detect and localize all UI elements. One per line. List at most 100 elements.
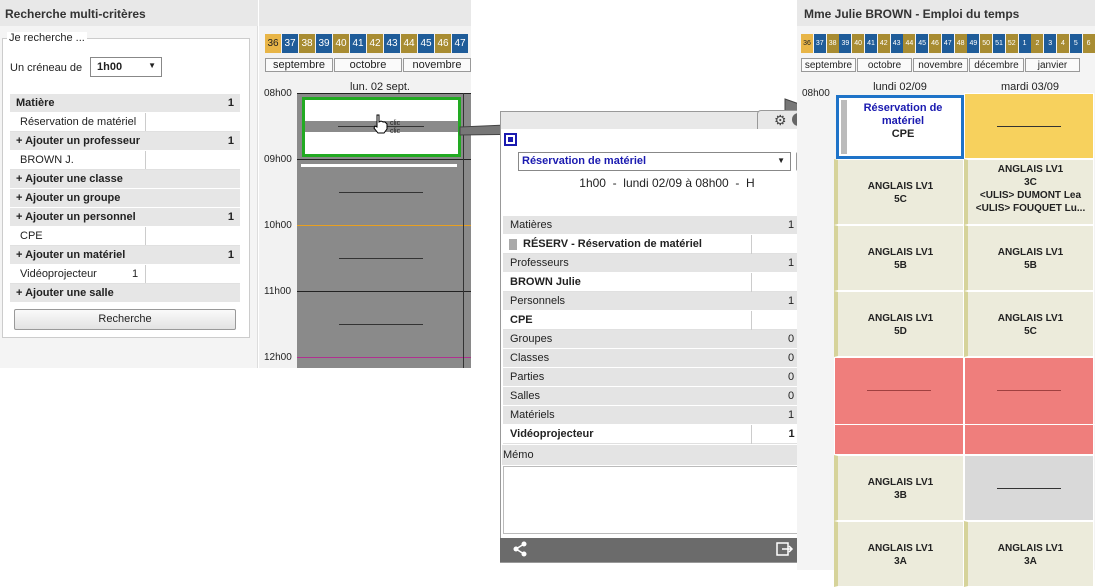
week-tab[interactable]: 48: [954, 34, 967, 53]
course-cell[interactable]: ANGLAIS LV1 5C: [834, 159, 964, 225]
week-tab[interactable]: 46: [435, 34, 451, 53]
popup-row[interactable]: Vidéoprojecteur 1: [503, 425, 831, 444]
criteria-value[interactable]: Réservation de matériel: [10, 113, 240, 132]
course-cell[interactable]: ANGLAIS LV1 5B: [834, 225, 964, 291]
week-tab[interactable]: 36: [801, 34, 813, 53]
hand-cursor-icon: [372, 114, 388, 134]
course-cell-empty[interactable]: [964, 455, 1094, 521]
course-cell[interactable]: ANGLAIS LV1 5C: [964, 291, 1094, 357]
week-tab[interactable]: 44: [401, 34, 417, 53]
month-tab[interactable]: novembre: [403, 58, 471, 72]
course-cell[interactable]: ANGLAIS LV1 3A: [964, 521, 1094, 587]
unavailable-cell[interactable]: [834, 357, 965, 455]
month-tab[interactable]: septembre: [265, 58, 333, 72]
week-tab[interactable]: 38: [299, 34, 315, 53]
week-tab[interactable]: 51: [993, 34, 1005, 53]
month-tab[interactable]: octobre: [334, 58, 402, 72]
criteria-header[interactable]: + Ajouter un personnel 1: [10, 208, 240, 227]
week-tab[interactable]: 41: [350, 34, 366, 53]
reservation-line3: CPE: [891, 128, 915, 140]
week-tab[interactable]: 40: [852, 34, 865, 53]
week-tab[interactable]: 47: [452, 34, 468, 53]
chevron-down-icon: ▼: [777, 156, 785, 165]
week-tab[interactable]: 39: [316, 34, 332, 53]
month-tab[interactable]: octobre: [857, 58, 912, 72]
week-tab[interactable]: 42: [877, 34, 890, 53]
unavailable-cell[interactable]: [964, 357, 1095, 455]
criteria-header[interactable]: Matière 1: [10, 94, 240, 113]
week-tab[interactable]: 44: [903, 34, 916, 53]
popup-row[interactable]: RÉSERV - Réservation de matériel: [503, 235, 831, 254]
week-tab[interactable]: 37: [282, 34, 298, 53]
subject-select[interactable]: Réservation de matériel ▼: [518, 152, 791, 171]
search-button[interactable]: Recherche: [14, 309, 236, 330]
week-tab[interactable]: 42: [367, 34, 383, 53]
month-tab[interactable]: novembre: [913, 58, 968, 72]
criteria-header-label: Matière: [16, 97, 55, 109]
color-square-icon[interactable]: [504, 133, 517, 146]
popup-row: Groupes 0: [503, 330, 831, 349]
criteria-count: 1: [227, 135, 234, 147]
week-tab[interactable]: 49: [967, 34, 980, 53]
course-cell[interactable]: ANGLAIS LV1 3A: [834, 521, 964, 587]
share-icon[interactable]: [512, 541, 528, 557]
week-tab[interactable]: 43: [890, 34, 903, 53]
grid-hour-line: [297, 225, 471, 226]
criteria-count: 1: [227, 97, 234, 109]
reservation-cell[interactable]: Réservation de matériel CPE: [836, 95, 964, 159]
week-tab[interactable]: 4: [1057, 34, 1069, 53]
criteria-qty: 1: [132, 268, 139, 280]
week-tab[interactable]: 43: [384, 34, 400, 53]
week-tab[interactable]: 40: [333, 34, 349, 53]
popup-row[interactable]: BROWN Julie: [503, 273, 831, 292]
criteria-header[interactable]: + Ajouter un professeur 1: [10, 132, 240, 151]
week-tab[interactable]: 50: [980, 34, 993, 53]
week-tab[interactable]: 45: [418, 34, 434, 53]
week-tab[interactable]: 46: [929, 34, 941, 53]
week-tab[interactable]: 5: [1069, 34, 1082, 53]
slot-select[interactable]: 1h00 ▼: [90, 57, 162, 77]
month-tab[interactable]: décembre: [969, 58, 1024, 72]
course-cell-empty[interactable]: [964, 93, 1094, 159]
course-info: 1h00 - lundi 02/09 à 08h00 - H: [579, 176, 755, 190]
criteria-header[interactable]: + Ajouter une salle: [10, 284, 240, 303]
export-icon[interactable]: [776, 541, 794, 557]
week-tab[interactable]: 6: [1082, 34, 1095, 53]
course-subject: ANGLAIS LV1: [867, 247, 934, 258]
week-tab[interactable]: 36: [265, 34, 281, 53]
course-cell[interactable]: ANGLAIS LV1 3C <ULIS> DUMONT Lea <ULIS> FOU…: [964, 159, 1094, 225]
criteria-value[interactable]: CPE: [10, 227, 240, 246]
reservation-line1: Réservation de: [863, 102, 943, 114]
criteria-value[interactable]: Vidéoprojecteur 1: [10, 265, 240, 284]
criteria-value[interactable]: BROWN J.: [10, 151, 240, 170]
gear-icon[interactable]: ⚙: [774, 112, 787, 129]
course-cell[interactable]: ANGLAIS LV1 5D: [834, 291, 964, 357]
month-tab[interactable]: janvier: [1025, 58, 1080, 72]
course-class: 5C: [894, 194, 907, 205]
week-tab[interactable]: 39: [839, 34, 852, 53]
course-cell[interactable]: ANGLAIS LV1 5B: [964, 225, 1094, 291]
week-tab[interactable]: 1: [1018, 34, 1031, 53]
memo-textarea[interactable]: [503, 466, 830, 534]
week-tab[interactable]: 38: [826, 34, 839, 53]
criteria-header[interactable]: + Ajouter une classe: [10, 170, 240, 189]
week-tab[interactable]: 37: [813, 34, 826, 53]
criteria-header-label: + Ajouter un personnel: [16, 211, 136, 223]
criteria-header[interactable]: + Ajouter un matériel 1: [10, 246, 240, 265]
popup-row: Professeurs 1: [503, 254, 831, 273]
month-tab[interactable]: septembre: [801, 58, 856, 72]
popup-row-label: Groupes: [510, 333, 553, 345]
popup-row[interactable]: CPE: [503, 311, 831, 330]
criteria-header[interactable]: + Ajouter un groupe: [10, 189, 240, 208]
week-tab[interactable]: 47: [941, 34, 954, 53]
mid-titlebar: [259, 0, 471, 26]
week-tab[interactable]: 3: [1044, 34, 1057, 53]
cell-divider: [965, 424, 1095, 425]
course-cell[interactable]: ANGLAIS LV1 3B: [834, 455, 964, 521]
week-tab[interactable]: 45: [916, 34, 929, 53]
memo-bar: [502, 445, 831, 465]
week-tab[interactable]: 2: [1031, 34, 1044, 53]
week-tab[interactable]: 41: [865, 34, 877, 53]
course-class: 5B: [894, 260, 907, 271]
week-tab[interactable]: 52: [1005, 34, 1018, 53]
